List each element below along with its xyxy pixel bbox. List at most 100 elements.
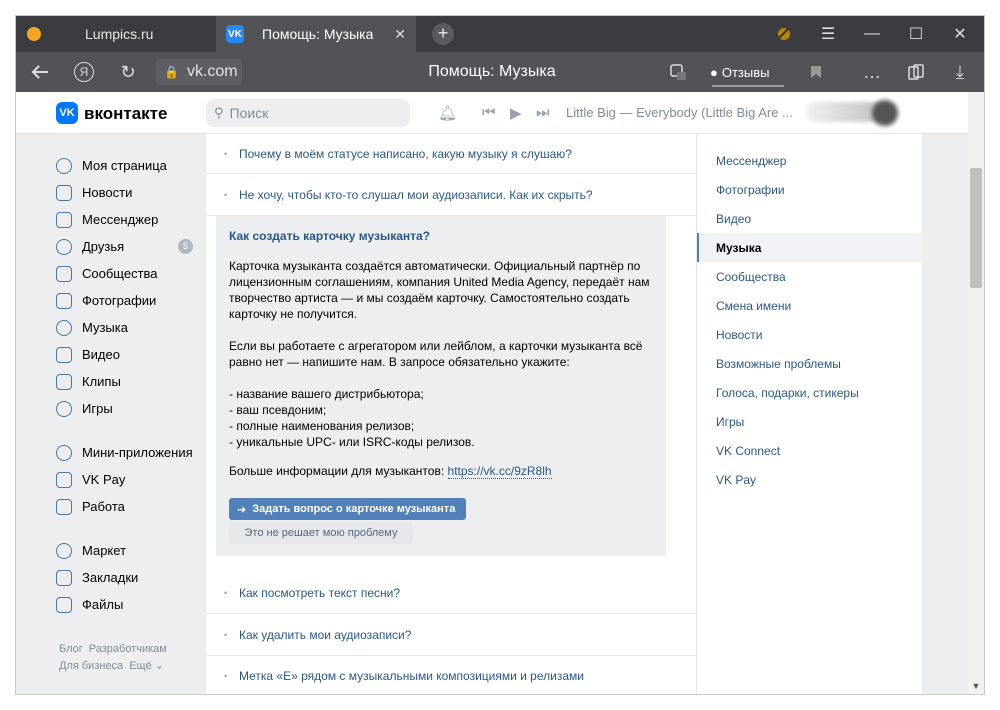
sidebar-item[interactable]: Игры [56, 395, 206, 422]
sidebar-item[interactable]: Сообщества [56, 260, 206, 287]
play-icon[interactable]: ▶︎ [510, 104, 522, 122]
plus-icon: + [437, 23, 449, 43]
menu-icon[interactable]: ☰ [808, 16, 848, 52]
music-icon [56, 319, 72, 336]
sidebar-item[interactable]: Маркет [56, 537, 206, 564]
sidebar-item[interactable]: Видео [56, 341, 206, 368]
sidebar-item[interactable]: Фотографии [56, 287, 206, 314]
sidebar-item[interactable]: Закладки [56, 564, 206, 591]
sidebar-item-label: Мини-приложения [82, 445, 193, 460]
search-input[interactable]: ⚲ Поиск [206, 99, 410, 127]
vk-logo-icon[interactable]: VK [56, 102, 78, 124]
search-placeholder: Поиск [229, 105, 269, 121]
sidebar-item[interactable]: Работа [56, 493, 206, 520]
faq-expanded-title[interactable]: Как создать карточку музыканта? [229, 229, 430, 243]
chat-icon [56, 211, 72, 228]
faq-item[interactable]: • Как посмотреть текст песни? [206, 573, 696, 614]
reload-icon[interactable]: ↻ [114, 60, 142, 84]
vk-brand[interactable]: вконтакте [84, 104, 167, 124]
sidebar-item[interactable]: Мини-приложения [56, 439, 206, 466]
user-icon [56, 157, 72, 174]
help-section-item[interactable]: Голоса, подарки, стикеры [697, 378, 922, 407]
sidebar-item-label: Закладки [82, 570, 139, 585]
close-window-icon[interactable]: ✕ [940, 16, 980, 52]
faq-item[interactable]: • Почему в моём статусе написано, какую … [206, 134, 696, 174]
close-tab-icon[interactable]: ✕ [394, 26, 406, 43]
sidebar-item-label: Фотографии [82, 293, 157, 308]
star-icon [56, 569, 72, 586]
not-solve-button[interactable]: Это не решает мою проблему [229, 522, 413, 544]
right-nav-spacer [697, 134, 922, 146]
search-icon: ⚲ [214, 105, 224, 120]
url-field[interactable]: 🔒 vk.com [156, 59, 242, 85]
sidebar-item[interactable]: Моя страница [56, 152, 206, 179]
sidebar-item[interactable]: Клипы [56, 368, 206, 395]
help-section-item[interactable]: Мессенджер [697, 146, 922, 175]
download-icon[interactable]: ⤓ [946, 60, 974, 84]
protect-icon[interactable] [664, 60, 692, 84]
sidebar-item-label: Видео [82, 347, 120, 362]
vkpay-icon [56, 471, 72, 488]
sidebar-item[interactable]: Музыка [56, 314, 206, 341]
footer-link-business[interactable]: Для бизнеса [59, 660, 123, 672]
faq-item[interactable]: • Не хочу, чтобы кто-то слушал мои аудио… [206, 174, 696, 216]
player-track-title[interactable]: Little Big — Everybody (Little Big Are .… [566, 105, 793, 120]
maximize-icon[interactable]: ☐ [896, 16, 936, 52]
sidebar-item[interactable]: Мессенджер [56, 206, 206, 233]
faq-item[interactable]: • Как удалить мои аудиозаписи? [206, 614, 696, 656]
groups-icon [56, 265, 72, 282]
help-section-item[interactable]: Сообщества [697, 262, 922, 291]
prev-track-icon[interactable]: ⏮︎ [482, 104, 496, 121]
next-track-icon[interactable]: ⏭︎ [536, 104, 550, 121]
sidebar-item-label: Друзья [82, 239, 125, 254]
help-section-item[interactable]: Фотографии [697, 175, 922, 204]
sidebar-item[interactable]: Файлы [56, 591, 206, 618]
bell-icon[interactable]: 🔔︎ [438, 104, 457, 122]
bookmark-icon[interactable] [802, 60, 830, 84]
tab-title: Lumpics.ru [85, 26, 154, 42]
more-info-link[interactable]: https://vk.cc/9zR8lh [447, 464, 552, 479]
scroll-down-icon[interactable]: ▼ [968, 678, 984, 694]
more-icon[interactable]: … [858, 60, 886, 84]
scrollbar-thumb[interactable] [970, 168, 982, 288]
help-section-item[interactable]: Новости [697, 320, 922, 349]
sidebar-item-label: Работа [82, 499, 125, 514]
sidebar-item-label: VK Pay [82, 472, 126, 487]
help-section-item[interactable]: Музыка [697, 233, 922, 262]
help-section-item[interactable]: Смена имени [697, 291, 922, 320]
extension-icon[interactable] [764, 16, 804, 52]
games-icon [56, 400, 72, 417]
arrow-right-icon: ➜ [237, 503, 247, 516]
faq-item[interactable]: • Метка «E» рядом с музыкальными компози… [206, 656, 696, 694]
reviews-button[interactable]: ● Отзывы [710, 62, 769, 82]
lumpics-favicon-icon [27, 27, 41, 41]
help-section-item[interactable]: VK Pay [697, 465, 922, 494]
faq-item-text: Почему в моём статусе написано, какую му… [239, 146, 572, 161]
sidebar-item[interactable]: Новости [56, 179, 206, 206]
new-tab-button[interactable]: + [432, 23, 454, 45]
tab-vk-help[interactable]: VK Помощь: Музыка ✕ [216, 16, 416, 52]
tab-lumpics[interactable]: Lumpics.ru [16, 16, 216, 52]
answer-list-item: - уникальные UPC- или ISRC-коды релизов. [229, 435, 475, 449]
vk-header: VK вконтакте ⚲ Поиск 🔔︎ ⏮︎ ▶︎ ⏭︎ Little … [16, 92, 968, 134]
minimize-icon[interactable]: — [852, 16, 892, 52]
ask-question-button[interactable]: ➜ Задать вопрос о карточке музыканта [229, 498, 466, 520]
faq-item-text: Не хочу, чтобы кто-то слушал мои аудиоза… [239, 187, 593, 202]
work-icon [56, 498, 72, 515]
footer-link-more[interactable]: Ещё ⌄ [129, 660, 164, 672]
help-section-item[interactable]: Игры [697, 407, 922, 436]
avatar[interactable] [872, 100, 898, 126]
footer-link-blog[interactable]: Блог [59, 643, 83, 655]
collections-icon[interactable] [902, 60, 930, 84]
help-section-item[interactable]: VK Connect [697, 436, 922, 465]
sidebar-item-label: Файлы [82, 597, 124, 612]
sidebar-item-label: Новости [82, 185, 133, 200]
sidebar-item[interactable]: VK Pay [56, 466, 206, 493]
sidebar-item[interactable]: Друзья 5 [56, 233, 206, 260]
market-icon [56, 542, 72, 559]
help-section-item[interactable]: Возможные проблемы [697, 349, 922, 378]
back-icon[interactable] [26, 60, 54, 84]
yandex-icon[interactable]: Я [70, 60, 98, 84]
help-section-item[interactable]: Видео [697, 204, 922, 233]
footer-link-dev[interactable]: Разработчикам [89, 643, 167, 655]
